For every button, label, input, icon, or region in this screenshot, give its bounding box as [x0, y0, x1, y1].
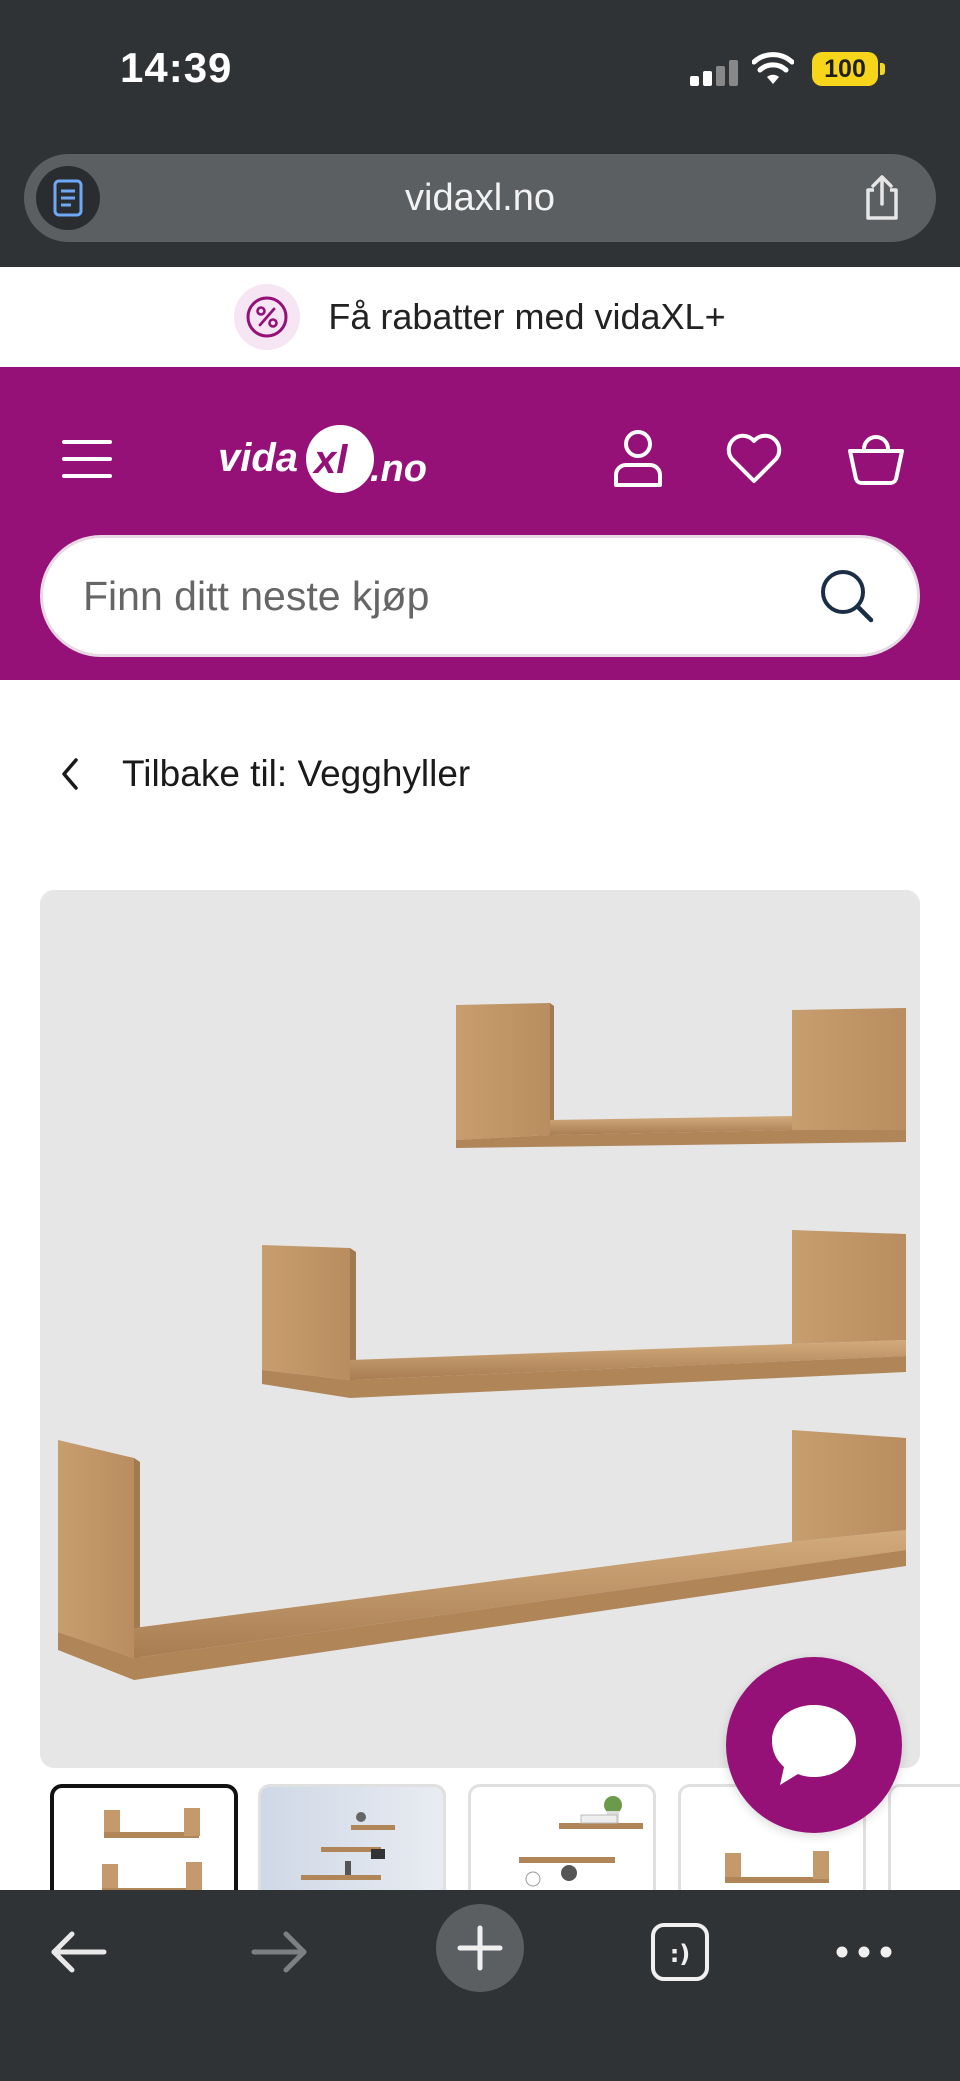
- reader-mode-icon[interactable]: [36, 166, 100, 230]
- address-bar[interactable]: vidaxl.no: [24, 154, 936, 242]
- more-dots-icon[interactable]: [824, 1912, 904, 1992]
- svg-text::): :): [670, 1940, 691, 1968]
- share-icon[interactable]: [858, 174, 906, 222]
- user-icon[interactable]: [608, 427, 668, 489]
- chevron-left-icon: [62, 758, 78, 790]
- url-text[interactable]: vidaxl.no: [24, 154, 936, 242]
- svg-text:.no: .no: [370, 448, 427, 490]
- chat-bubble-icon[interactable]: [726, 1657, 902, 1833]
- browser-toolbar: :): [0, 1890, 960, 2081]
- heart-icon[interactable]: [724, 427, 784, 489]
- promo-banner[interactable]: Få rabatter med vidaXL+: [0, 267, 960, 367]
- plus-icon[interactable]: [436, 1904, 524, 1992]
- promo-text: Få rabatter med vidaXL+: [328, 296, 726, 337]
- wifi-icon: [752, 52, 794, 84]
- status-bar: 14:39 100: [0, 0, 960, 140]
- svg-text:vida: vida: [218, 436, 298, 480]
- thumbnail-2[interactable]: [258, 1784, 446, 1890]
- arrow-right-icon[interactable]: [240, 1912, 320, 1992]
- arrow-left-icon[interactable]: [38, 1912, 118, 1992]
- product-main-image[interactable]: [40, 890, 920, 1768]
- basket-icon[interactable]: [846, 427, 906, 489]
- browser-address-area: vidaxl.no: [0, 140, 960, 267]
- svg-text:xl: xl: [312, 438, 348, 482]
- back-link-label: Tilbake til: Vegghyller: [122, 753, 471, 794]
- signal-icon: [690, 60, 738, 86]
- hamburger-menu-icon[interactable]: [62, 440, 112, 478]
- search-input[interactable]: [83, 538, 803, 654]
- thumbnail-5[interactable]: [888, 1784, 960, 1890]
- status-time: 14:39: [120, 44, 233, 91]
- back-to-category-link[interactable]: Tilbake til: Vegghyller: [56, 744, 470, 804]
- thumbnail-3[interactable]: [468, 1784, 656, 1890]
- percent-badge-icon: [234, 284, 301, 350]
- site-header: vida xl .no: [0, 367, 960, 680]
- search-bar: [40, 535, 920, 657]
- search-icon[interactable]: [817, 566, 877, 626]
- tabs-icon[interactable]: :): [640, 1912, 720, 1992]
- battery-indicator: 100: [812, 52, 885, 86]
- thumbnail-1[interactable]: [50, 1784, 238, 1890]
- wall-shelves-illustration: [58, 1003, 906, 1680]
- vidaxl-logo[interactable]: vida xl .no: [218, 419, 448, 499]
